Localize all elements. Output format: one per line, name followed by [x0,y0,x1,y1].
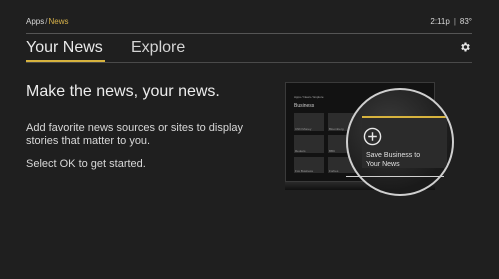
gear-icon[interactable] [459,41,471,53]
tabs-divider [26,62,472,63]
tv-section-title: Business [294,103,315,109]
tv-tile-label: BBC [329,149,336,153]
plus-circle-icon [363,127,382,146]
description-text: Add favorite news sources or sites to di… [26,122,244,147]
page-headline: Make the news, your news. [26,83,220,100]
breadcrumb-apps[interactable]: Apps [26,17,44,26]
status-area: 2:11p | 83° [430,17,472,26]
tv-tile-label: Reuters [295,149,306,153]
top-bar: Apps/News 2:11p | 83° [0,0,499,30]
tab-your-news[interactable]: Your News [26,39,103,57]
tv-header-text: Apps / News / Explore [294,95,324,99]
tv-tile-label: Forbes [329,169,339,173]
breadcrumb-news: News [48,17,69,26]
temperature: 83° [459,17,472,26]
clock: 2:11p [430,17,450,26]
tv-tile-label: CNN Money [295,127,312,131]
breadcrumb: Apps/News [26,17,68,26]
callout-text: Save Business to Your News [366,152,421,168]
tv-tile-label: Fox Business [295,169,314,173]
callout-divider [346,176,444,177]
tab-explore[interactable]: Explore [131,39,185,57]
tv-tile-label: Bloomberg [329,127,344,131]
get-started-text: Select OK to get started. [26,158,146,170]
status-separator: | [453,17,456,26]
top-divider [26,33,472,34]
